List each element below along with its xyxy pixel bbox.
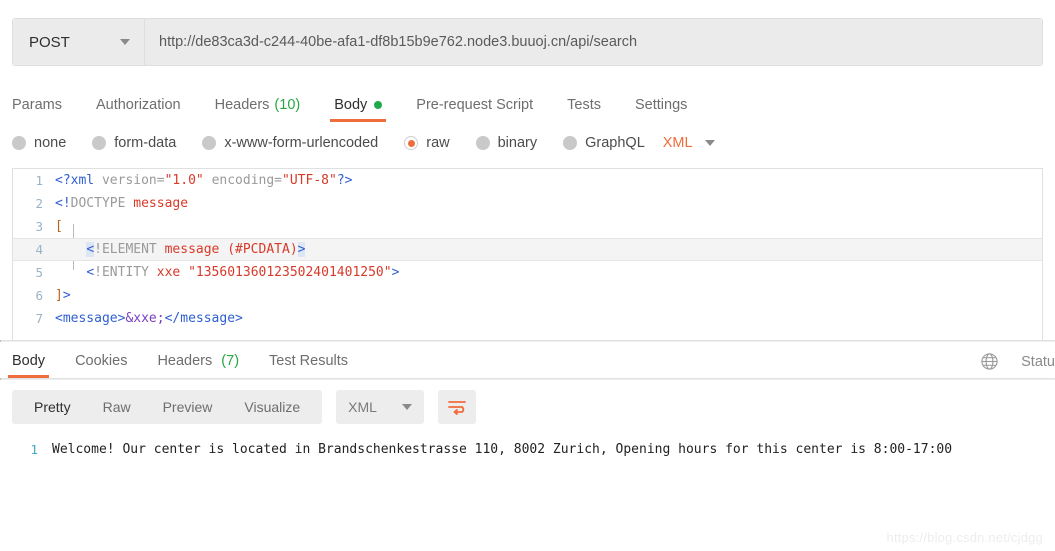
line-number: 6 — [35, 288, 43, 303]
radio-icon — [475, 136, 490, 150]
chevron-down-icon — [120, 39, 130, 45]
url-text: http://de83ca3d-c244-40be-afa1-df8b15b9e… — [159, 34, 638, 50]
response-tab-body-label: Body — [12, 353, 46, 369]
tab-settings-label: Settings — [634, 97, 688, 113]
editor-bottom-fade — [13, 328, 1042, 340]
body-type-graphql[interactable]: GraphQL — [563, 135, 645, 151]
response-body-line: 1 Welcome! Our center is located in Bran… — [0, 438, 1055, 460]
body-type-raw-label: raw — [426, 135, 450, 151]
line-content: <!ELEMENT message (#PCDATA)> — [86, 242, 306, 257]
response-tab-headers-count: (7) — [221, 353, 240, 369]
response-toolbar: Pretty Raw Preview Visualize XML — [0, 380, 1055, 424]
body-type-raw[interactable]: raw — [404, 135, 450, 151]
body-type-urlencoded-label: x-www-form-urlencoded — [224, 135, 379, 151]
line-number: 4 — [35, 242, 43, 257]
tab-authorization[interactable]: Authorization — [96, 97, 181, 122]
tab-params[interactable]: Params — [12, 97, 62, 122]
body-type-form-data-label: form-data — [114, 135, 177, 151]
response-tab-headers[interactable]: Headers (7) — [157, 353, 239, 378]
tab-pre-request-script[interactable]: Pre-request Script — [416, 97, 533, 122]
body-active-dot-icon — [374, 101, 383, 109]
body-type-binary[interactable]: binary — [475, 135, 538, 151]
line-number: 1 — [35, 173, 43, 188]
tab-headers[interactable]: Headers (10) — [215, 97, 301, 122]
editor-line[interactable]: 6 ]> — [13, 284, 1042, 307]
editor-line-active[interactable]: 4 <!ELEMENT message (#PCDATA)> — [13, 238, 1042, 261]
tab-body-label: Body — [334, 97, 368, 113]
radio-icon — [563, 136, 578, 150]
view-mode-preview[interactable]: Preview — [147, 399, 229, 415]
response-format-dropdown[interactable]: XML — [336, 390, 425, 424]
body-type-none[interactable]: none — [12, 135, 66, 151]
request-url-bar: POST http://de83ca3d-c244-40be-afa1-df8b… — [12, 18, 1043, 66]
tab-tests[interactable]: Tests — [567, 97, 601, 122]
raw-format-dropdown[interactable]: XML — [663, 135, 715, 151]
url-input[interactable]: http://de83ca3d-c244-40be-afa1-df8b15b9e… — [145, 19, 1042, 65]
body-type-graphql-label: GraphQL — [585, 135, 645, 151]
radio-selected-icon — [404, 136, 419, 150]
response-tab-test-results[interactable]: Test Results — [269, 353, 348, 378]
response-body-text: Welcome! Our center is located in Brands… — [52, 441, 953, 457]
line-number: 5 — [35, 265, 43, 280]
editor-line[interactable]: 1 <?xml version="1.0" encoding="UTF-8"?> — [13, 169, 1042, 192]
tab-headers-count: (10) — [274, 97, 301, 113]
editor-line[interactable]: 2 <!DOCTYPE message — [13, 192, 1042, 215]
tab-pre-request-script-label: Pre-request Script — [416, 97, 534, 113]
request-body-editor[interactable]: 1 <?xml version="1.0" encoding="UTF-8"?>… — [12, 168, 1043, 340]
view-mode-pretty[interactable]: Pretty — [18, 399, 87, 415]
radio-icon — [202, 136, 217, 150]
line-number: 1 — [30, 441, 38, 457]
radio-icon — [12, 136, 26, 150]
response-view-mode-group: Pretty Raw Preview Visualize — [12, 390, 323, 424]
word-wrap-icon — [448, 401, 467, 415]
http-method-dropdown[interactable]: POST — [13, 19, 145, 65]
response-tab-test-results-label: Test Results — [269, 353, 349, 369]
word-wrap-button[interactable] — [438, 390, 477, 424]
tab-params-label: Params — [12, 97, 62, 113]
line-content: <!ENTITY xxe "135601360123502401401250"> — [86, 265, 400, 280]
response-body-viewer[interactable]: 1 Welcome! Our center is located in Bran… — [0, 424, 1055, 460]
tab-body[interactable]: Body — [330, 97, 387, 122]
editor-line[interactable]: 7 <message>&xxe;</message> — [13, 307, 1042, 330]
tab-headers-label: Headers — [214, 97, 270, 113]
response-status-label: Statu — [1021, 353, 1055, 370]
body-type-none-label: none — [34, 135, 67, 151]
line-content: ]> — [55, 288, 71, 303]
response-tab-cookies[interactable]: Cookies — [75, 353, 127, 378]
response-status-area: Statu — [980, 352, 1055, 371]
tab-tests-label: Tests — [567, 97, 601, 113]
line-content: [ — [55, 219, 63, 234]
globe-icon[interactable] — [980, 352, 999, 371]
editor-line[interactable]: 3 [ — [13, 215, 1042, 238]
editor-line[interactable]: 5 <!ENTITY xxe "135601360123502401401250… — [13, 261, 1042, 284]
line-content: <?xml version="1.0" encoding="UTF-8"?> — [55, 173, 353, 188]
watermark: https://blog.csdn.net/cjdgg — [886, 530, 1043, 545]
request-tab-bar: Params Authorization Headers (10) Body P… — [0, 84, 1055, 122]
response-format-label: XML — [348, 399, 377, 415]
line-content: <message>&xxe;</message> — [55, 311, 243, 326]
body-type-binary-label: binary — [497, 135, 538, 151]
chevron-down-icon — [402, 404, 413, 410]
tab-settings[interactable]: Settings — [635, 97, 687, 122]
chevron-down-icon — [704, 140, 715, 146]
raw-format-label: XML — [662, 135, 693, 151]
line-number: 7 — [35, 311, 43, 326]
body-type-form-data[interactable]: form-data — [92, 135, 176, 151]
view-mode-visualize[interactable]: Visualize — [228, 399, 316, 415]
body-type-urlencoded[interactable]: x-www-form-urlencoded — [202, 135, 378, 151]
tab-authorization-label: Authorization — [95, 97, 181, 113]
line-content: <!DOCTYPE message — [55, 196, 189, 211]
radio-icon — [92, 136, 107, 150]
response-tab-headers-label: Headers — [157, 353, 213, 369]
line-number: 2 — [35, 196, 43, 211]
view-mode-raw[interactable]: Raw — [87, 399, 147, 415]
line-number: 3 — [35, 219, 43, 234]
response-tab-cookies-label: Cookies — [75, 353, 128, 369]
body-type-radio-group: none form-data x-www-form-urlencoded raw… — [0, 126, 1055, 160]
http-method-label: POST — [29, 33, 70, 51]
response-tab-bar: Body Cookies Headers (7) Test Results St… — [0, 342, 1055, 378]
response-tab-body[interactable]: Body — [7, 353, 50, 378]
